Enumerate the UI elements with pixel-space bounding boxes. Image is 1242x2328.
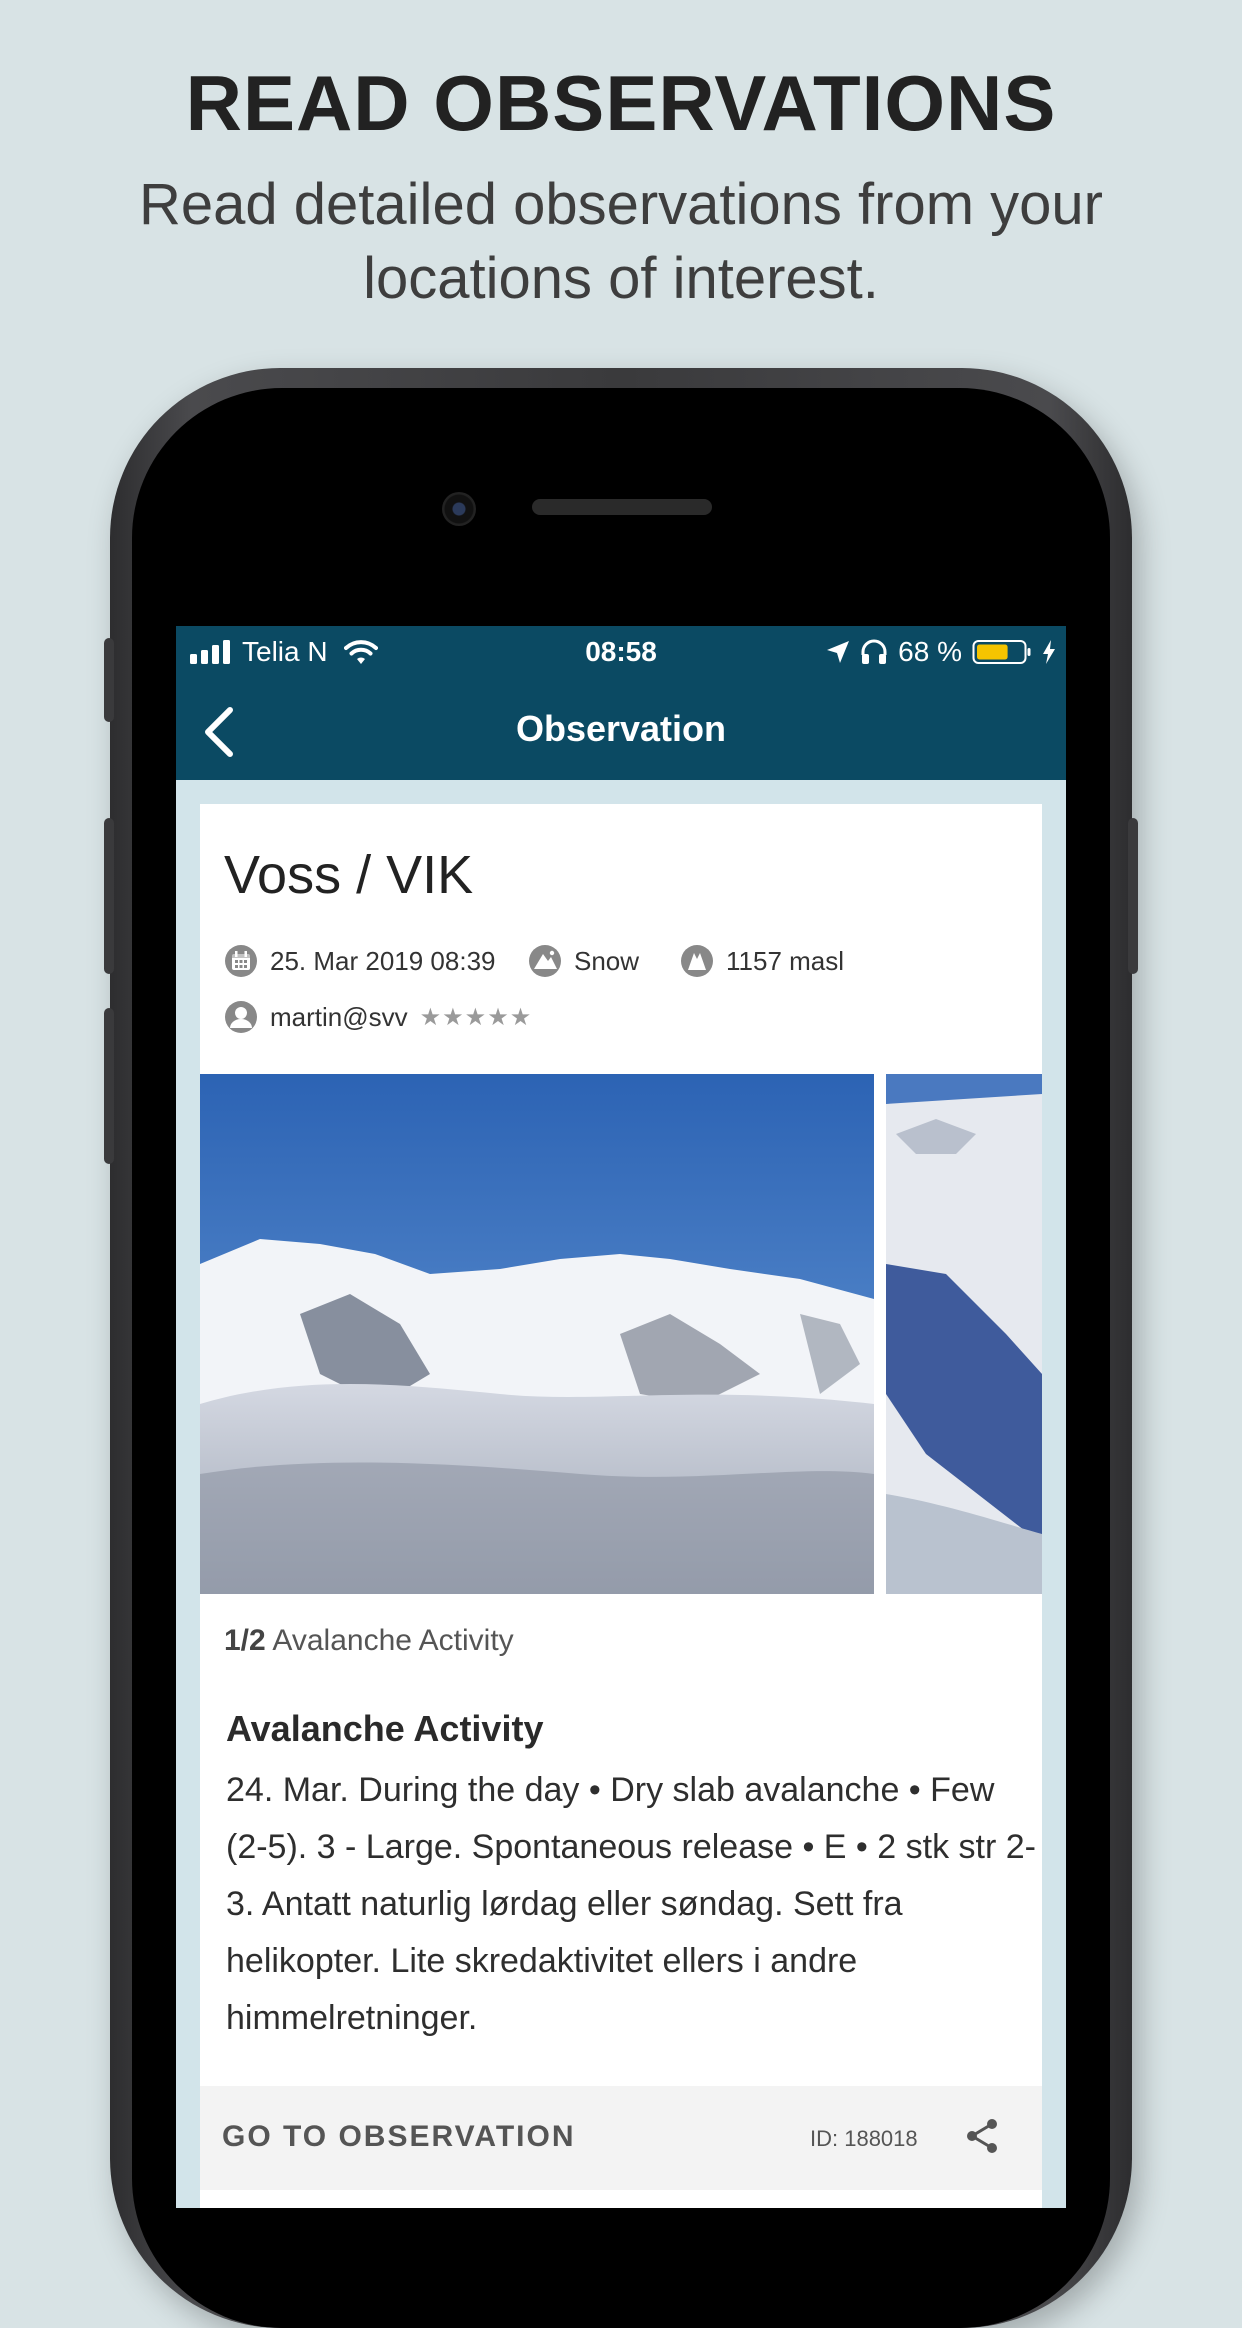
promo-subline: Read detailed observations from your loc… <box>139 172 1103 311</box>
user-icon <box>225 1001 257 1033</box>
promo-headline: READ OBSERVATIONS <box>185 59 1057 147</box>
phone-volume-down <box>104 1008 114 1164</box>
meta-category: Snow <box>528 944 639 978</box>
front-camera <box>442 492 476 526</box>
observation-id: ID: 188018 <box>810 2126 918 2151</box>
charging-icon <box>1043 640 1055 664</box>
snow-mountain-icon <box>529 945 561 977</box>
meta-observer: martin@svv ★★★★★ <box>224 1000 532 1034</box>
photo-counter: 1/2 Avalanche Activity <box>224 1624 514 1658</box>
observation-card: Voss / VIK 25. Mar 2019 08:39 Snow 1157 … <box>200 804 1042 2208</box>
nav-bar: Observation <box>176 682 1066 780</box>
phone-power-button <box>1128 818 1138 974</box>
status-bar: Telia N 08:58 68 % <box>176 626 1066 682</box>
observation-category: Snow <box>574 945 640 976</box>
elevation-icon <box>681 945 713 977</box>
battery-icon <box>972 640 1031 664</box>
share-icon[interactable] <box>962 2116 1002 2156</box>
card-footer: GO TO OBSERVATION ID: 188018 <box>200 2086 1042 2190</box>
location-title: Voss / VIK <box>224 845 474 905</box>
observation-date: 25. Mar 2019 08:39 <box>270 945 496 976</box>
photo-counter-index: 1/2 <box>224 1624 266 1657</box>
app-screen: Telia N 08:58 68 % Observation Voss / VI… <box>176 626 1066 2208</box>
photo-caption: Avalanche Activity <box>272 1624 514 1657</box>
phone-volume-up <box>104 818 114 974</box>
location-arrow-icon <box>827 641 850 663</box>
battery-percent: 68 % <box>898 636 962 667</box>
headphones-icon <box>861 639 887 664</box>
observation-photo-1[interactable] <box>200 1074 874 1594</box>
meta-elevation: 1157 masl <box>680 944 844 978</box>
meta-date: 25. Mar 2019 08:39 <box>224 944 496 978</box>
phone-silent-switch <box>104 638 114 722</box>
calendar-icon <box>225 945 257 977</box>
observation-photo-2[interactable] <box>886 1074 1042 1594</box>
earpiece-speaker <box>532 499 712 515</box>
go-to-observation-button[interactable]: GO TO OBSERVATION <box>222 2120 575 2154</box>
section-body: 24. Mar. During the day • Dry slab avala… <box>226 1771 1036 2037</box>
observer-name: martin@svv <box>270 1001 408 1032</box>
competence-stars: ★★★★★ <box>419 1003 533 1031</box>
section-title: Avalanche Activity <box>226 1708 544 1749</box>
page-title: Observation <box>515 708 727 749</box>
observation-elevation: 1157 masl <box>726 945 845 976</box>
